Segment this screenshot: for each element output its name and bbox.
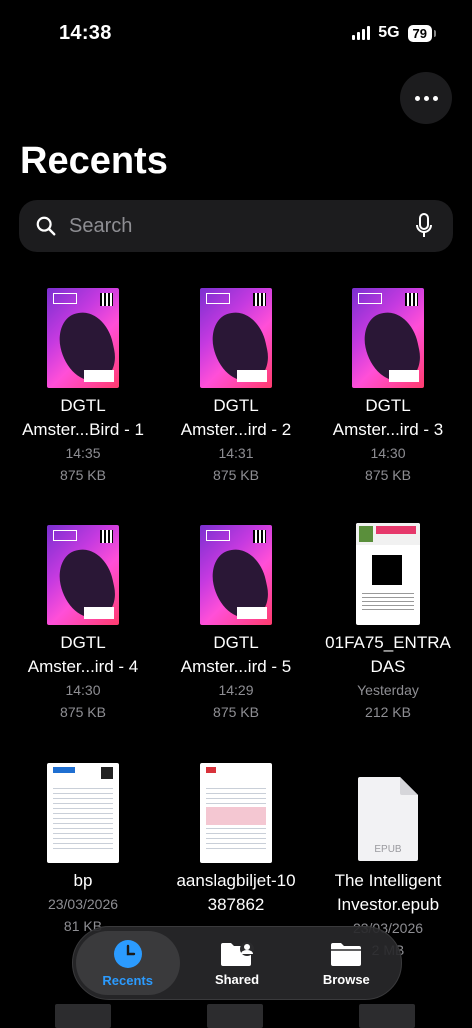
file-date: Yesterday [357,682,419,698]
file-name: DGTL Amster...ird - 5 [180,633,292,676]
file-size: 875 KB [213,704,259,720]
tab-shared[interactable]: Shared [185,931,289,995]
file-name: DGTL Amster...Bird - 1 [22,396,144,439]
ellipsis-icon [414,95,420,101]
file-item[interactable]: aanslagbiljet-10 387862 [161,759,311,917]
file-date: 23/03/2026 [47,896,119,912]
page-title: Recents [20,140,168,182]
file-date: 14:30 [65,682,101,698]
file-thumbnail-partial[interactable] [55,1004,111,1028]
status-time: 14:38 [59,22,112,44]
file-date: 14:29 [218,682,254,698]
clock-icon [113,939,142,968]
more-button[interactable] [400,72,452,124]
file-item[interactable]: bp 23/03/2026 81 KB [8,759,158,937]
file-item[interactable]: DGTL Amster...ird - 5 14:29 875 KB [161,521,311,723]
file-type-label: EPUB [374,844,402,855]
tab-label: Browse [322,971,370,987]
file-name: aanslagbiljet-10 387862 [176,871,296,914]
file-thumbnail [356,523,420,625]
file-thumbnail [200,763,272,863]
file-item[interactable]: 01FA75_ENTRA DAS Yesterday 212 KB [313,521,463,723]
file-name: DGTL Amster...ird - 2 [180,396,292,439]
file-date: 14:30 [370,445,406,461]
battery-level: 79 [407,24,437,42]
file-thumbnail-partial[interactable] [359,1004,415,1028]
file-item[interactable]: DGTL Amster...ird - 3 14:30 875 KB [313,284,463,486]
file-size: 875 KB [213,467,259,483]
file-thumbnail [200,288,272,388]
file-thumbnail-partial[interactable] [207,1004,263,1028]
file-item[interactable]: DGTL Amster...Bird - 1 14:35 875 KB [8,284,158,486]
file-name: bp [73,871,93,890]
file-thumbnail [47,525,119,625]
file-name: DGTL Amster...ird - 4 [27,633,139,676]
tab-label: Recents [102,972,153,988]
tab-bar: Recents Shared Browse [72,926,402,1000]
file-size: 875 KB [60,704,106,720]
file-name: 01FA75_ENTRA DAS [325,633,451,676]
tab-recents[interactable]: Recents [75,931,180,995]
file-size: 875 KB [60,467,106,483]
file-thumbnail [352,288,424,388]
file-thumbnail [47,288,119,388]
search-input[interactable] [67,213,415,239]
file-thumbnail [200,525,272,625]
epub-file-icon: EPUB [356,775,420,863]
file-date: 14:35 [65,445,101,461]
search-icon [36,216,56,236]
file-date: 14:31 [218,445,254,461]
tab-browse[interactable]: Browse [294,931,398,995]
network-type: 5G [378,24,400,41]
file-name: DGTL Amster...ird - 3 [332,396,444,439]
signal-icon [352,26,371,40]
file-size: 875 KB [365,467,411,483]
tab-label: Shared [214,971,260,987]
folder-icon [331,942,362,966]
file-item[interactable]: DGTL Amster...ird - 2 14:31 875 KB [161,284,311,486]
file-thumbnail [47,763,119,863]
file-name: The Intelligent Investor.epub [334,871,442,914]
shared-folder-icon [220,941,254,966]
search-bar[interactable] [19,200,453,252]
file-size: 212 KB [365,704,411,720]
microphone-icon[interactable] [415,213,433,239]
status-indicators: 5G 79 [352,24,437,42]
file-item[interactable]: DGTL Amster...ird - 4 14:30 875 KB [8,521,158,723]
